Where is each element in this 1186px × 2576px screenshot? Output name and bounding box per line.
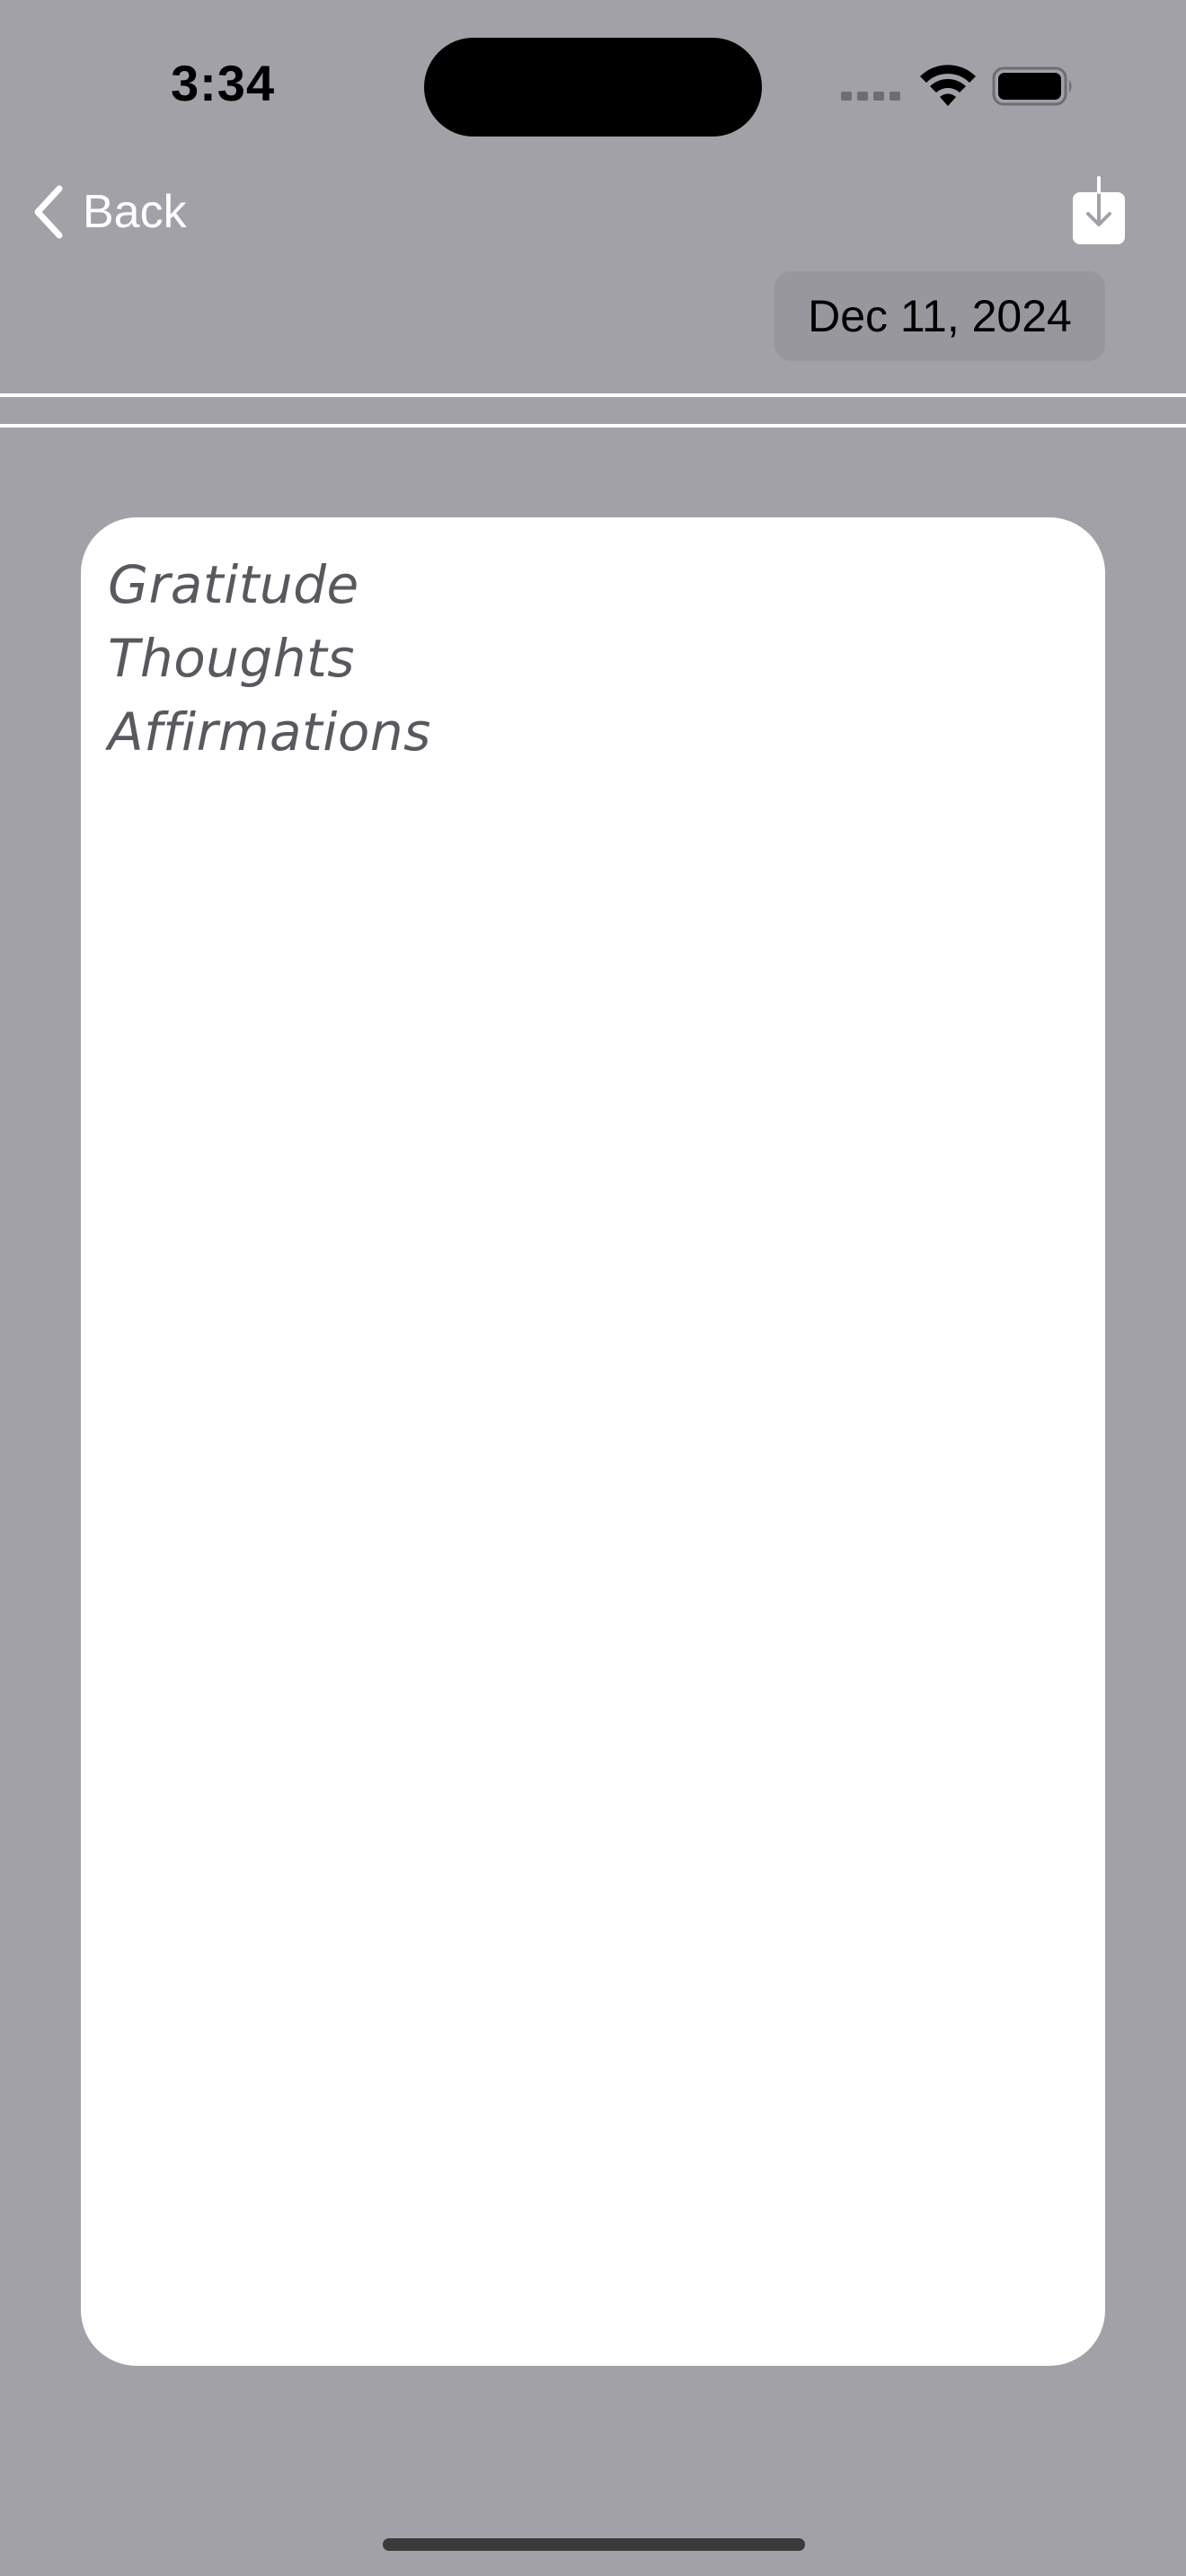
wifi-icon (920, 65, 976, 106)
download-icon[interactable] (1069, 176, 1128, 246)
divider (0, 424, 1186, 428)
status-time: 3:34 (171, 55, 276, 111)
date-picker-button[interactable]: Dec 11, 2024 (774, 271, 1105, 361)
back-button[interactable]: Back (31, 176, 187, 248)
cellular-signal-icon (841, 92, 900, 101)
home-indicator[interactable] (383, 2538, 805, 2551)
journal-text-area[interactable]: Gratitude Thoughts Affirmations (81, 517, 1105, 2366)
journal-entry-screen: 3:34 Back Dec 11, 2024 Gratitude Thought… (0, 0, 1186, 2576)
back-label: Back (83, 186, 187, 238)
battery-icon (992, 66, 1072, 106)
dynamic-island (424, 38, 762, 137)
divider (0, 393, 1186, 397)
journal-prompt-gratitude: Gratitude (108, 554, 359, 615)
chevron-left-icon (34, 185, 63, 239)
journal-prompt-affirmations: Affirmations (108, 701, 431, 763)
journal-prompt-thoughts: Thoughts (108, 628, 355, 689)
journal-prompts: Gratitude Thoughts Affirmations (108, 548, 431, 769)
